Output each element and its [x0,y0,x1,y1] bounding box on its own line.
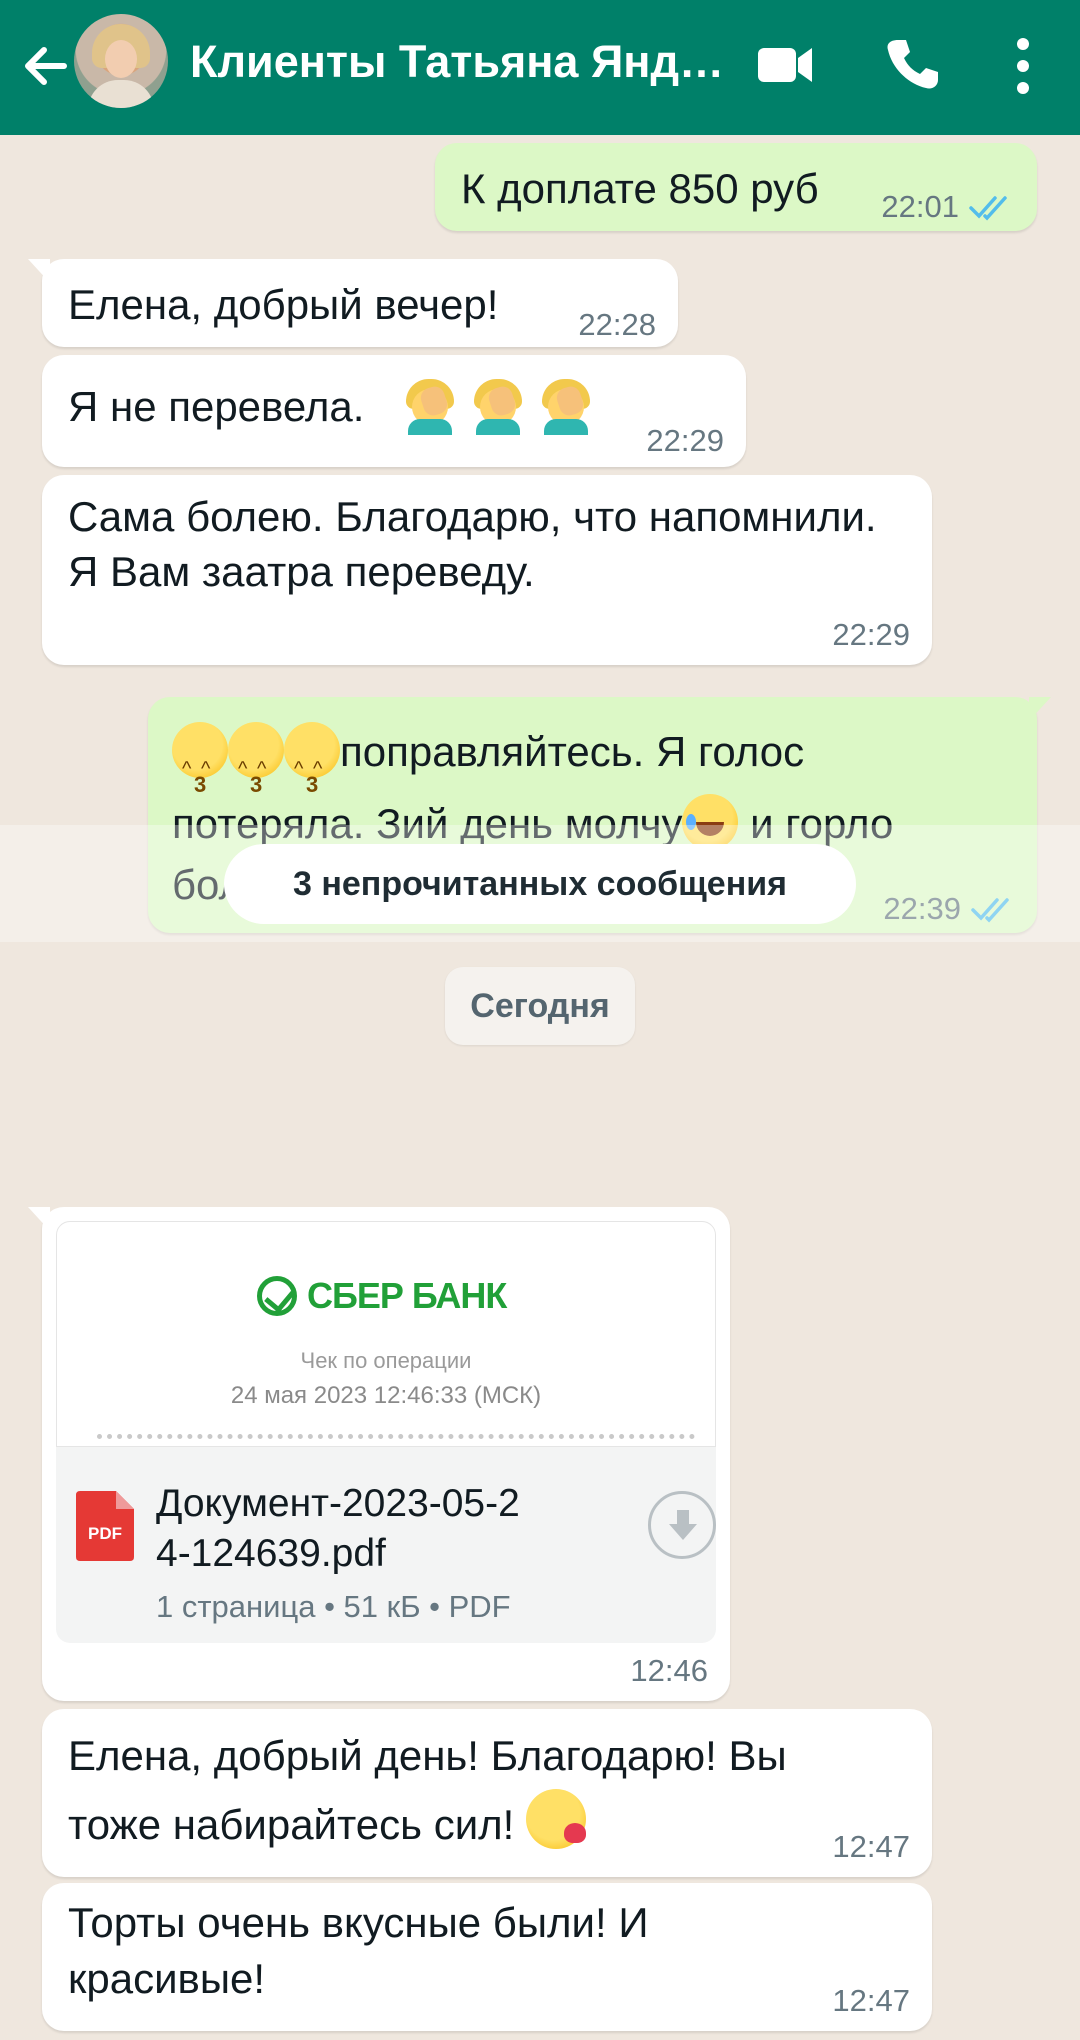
receipt-date: 24 мая 2023 12:46:33 (МСК) [230,1382,542,1409]
message-text-line: красивые! [68,1955,266,2002]
download-icon [669,1510,697,1540]
download-button[interactable] [648,1491,716,1559]
kissing-face-emoji-icon [172,722,228,824]
facepalm-emoji-icon [402,377,458,435]
sber-bank-logo: СБЕР БАНК [257,1272,507,1320]
message-time: 22:01 [881,189,959,224]
blowing-kiss-emoji-icon [526,1789,590,1853]
message-text: Елена, добрый вечер! [68,281,499,328]
message-incoming[interactable]: Сама болею. Благодарю, что напомнили. Я … [42,475,932,665]
message-meta: 22:01 [881,187,1013,228]
document-preview[interactable]: СБЕР БАНК Чек по операции 24 мая 2023 12… [56,1221,716,1447]
message-incoming[interactable]: Елена, добрый вечер! 22:28 [28,259,678,347]
kissing-face-emoji-icon [284,722,340,824]
message-time: 22:29 [646,423,724,458]
phone-icon[interactable] [884,36,940,92]
bank-name: СБЕР БАНК [307,1275,507,1316]
message-body: Торты очень вкусные были! И красивые! [68,1895,928,2007]
document-message[interactable]: СБЕР БАНК Чек по операции 24 мая 2023 12… [28,1207,730,1701]
video-call-icon[interactable] [756,40,814,90]
document-info[interactable]: PDF Документ-2023-05-2 4-124639.pdf 1 ст… [56,1447,716,1643]
message-incoming[interactable]: Я не перевела. 22:29 [42,355,746,467]
kissing-face-emoji-icon [228,722,284,824]
facepalm-emoji-icon [470,377,526,435]
message-incoming[interactable]: Торты очень вкусные были! И красивые! 12… [42,1883,932,2031]
chat-title[interactable]: Клиенты Татьяна Янд… [190,36,724,88]
message-text-line: Елена, добрый день! Благодарю! Вы [68,1732,787,1779]
avatar[interactable] [74,14,168,108]
message-text: К доплате 850 руб [461,165,819,212]
message-body: Елена, добрый день! Благодарю! Вы тоже н… [68,1723,928,1858]
message-text-line: тоже набирайтесь сил! [68,1801,515,1848]
facepalm-emoji-icon [538,377,594,435]
sber-check-icon [257,1275,297,1316]
date-separator: Сегодня [445,967,635,1045]
document-filename: Документ-2023-05-2 4-124639.pdf [156,1479,596,1579]
receipt-title: Чек по операции [300,1348,472,1373]
read-ticks-icon [969,196,1007,221]
message-text-line: Торты очень вкусные были! И [68,1899,649,1946]
message-time: 22:28 [578,307,656,342]
pdf-icon-label: PDF [88,1524,122,1543]
message-time: 12:46 [630,1653,708,1688]
chat-header: Клиенты Татьяна Янд… [0,0,1080,135]
message-time: 12:47 [832,1829,910,1864]
message-text: Сама болею. Благодарю, что напомнили. Я … [68,493,877,596]
unread-messages-label: 3 непрочитанных сообщения [224,844,856,924]
message-time: 12:47 [832,1983,910,2018]
receipt-divider [97,1434,695,1439]
message-time: 22:29 [832,617,910,652]
filename-line: 4-124639.pdf [156,1531,386,1575]
document-meta: 1 страница • 51 кБ • PDF [156,1589,511,1624]
message-text: Я не перевела. [68,383,365,430]
pdf-file-icon: PDF [76,1491,134,1561]
message-outgoing[interactable]: К доплате 850 руб 22:01 [435,143,1037,231]
back-arrow-icon[interactable] [18,38,74,94]
more-options-icon[interactable] [1006,36,1040,96]
message-body: Я не перевела. [68,377,606,435]
message-text-line: поправляйтесь. Я голос [340,728,805,775]
message-incoming[interactable]: Елена, добрый день! Благодарю! Вы тоже н… [42,1709,932,1877]
filename-line: Документ-2023-05-2 [156,1482,520,1525]
